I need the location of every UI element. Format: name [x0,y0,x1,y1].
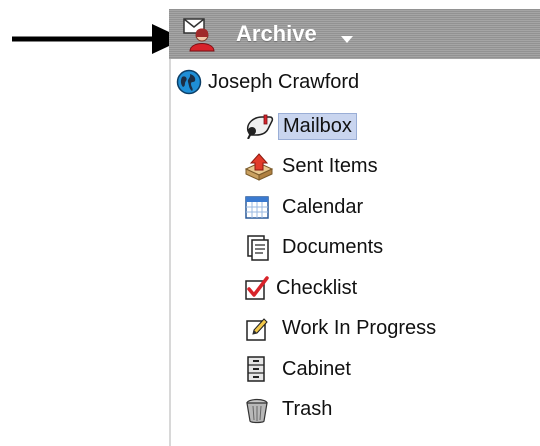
work-in-progress-icon [244,314,278,344]
folder-documents[interactable]: Documents [244,228,440,269]
checklist-icon [244,273,272,303]
folder-cabinet[interactable]: Cabinet [244,349,440,390]
pointer-arrow-icon [12,24,184,54]
chevron-down-icon[interactable] [341,36,353,43]
calendar-icon [244,192,278,222]
sent-items-icon [244,152,278,182]
archive-title: Archive [236,21,317,46]
trash-icon [244,395,278,425]
sidebar-divider [169,9,171,446]
folder-checklist[interactable]: Checklist [244,268,440,309]
account-name: Joseph Crawford [208,70,360,93]
folder-label: Checklist [276,276,358,299]
folder-label: Cabinet [282,357,351,380]
folder-label: Calendar [282,195,364,218]
folder-label: Sent Items [282,155,378,178]
archive-envelope-person-icon [183,18,215,52]
cabinet-icon [244,354,278,384]
folder-work-in-progress[interactable]: Work In Progress [244,309,440,350]
folder-label: Mailbox [278,112,357,140]
folder-trash[interactable]: Trash [244,390,440,431]
account-root[interactable]: Joseph Crawford [176,68,359,96]
folder-tree: Mailbox Sent Items Calendar Documents Ch… [244,106,440,430]
documents-icon [244,233,278,263]
folder-mailbox[interactable]: Mailbox [244,106,440,147]
mailbox-icon [244,111,278,141]
folder-label: Work In Progress [282,317,437,340]
folder-sent-items[interactable]: Sent Items [244,147,440,188]
folder-label: Trash [282,398,333,421]
globe-icon [176,69,202,95]
folder-label: Documents [282,236,384,259]
folder-calendar[interactable]: Calendar [244,187,440,228]
archive-header[interactable]: Archive [169,9,540,59]
